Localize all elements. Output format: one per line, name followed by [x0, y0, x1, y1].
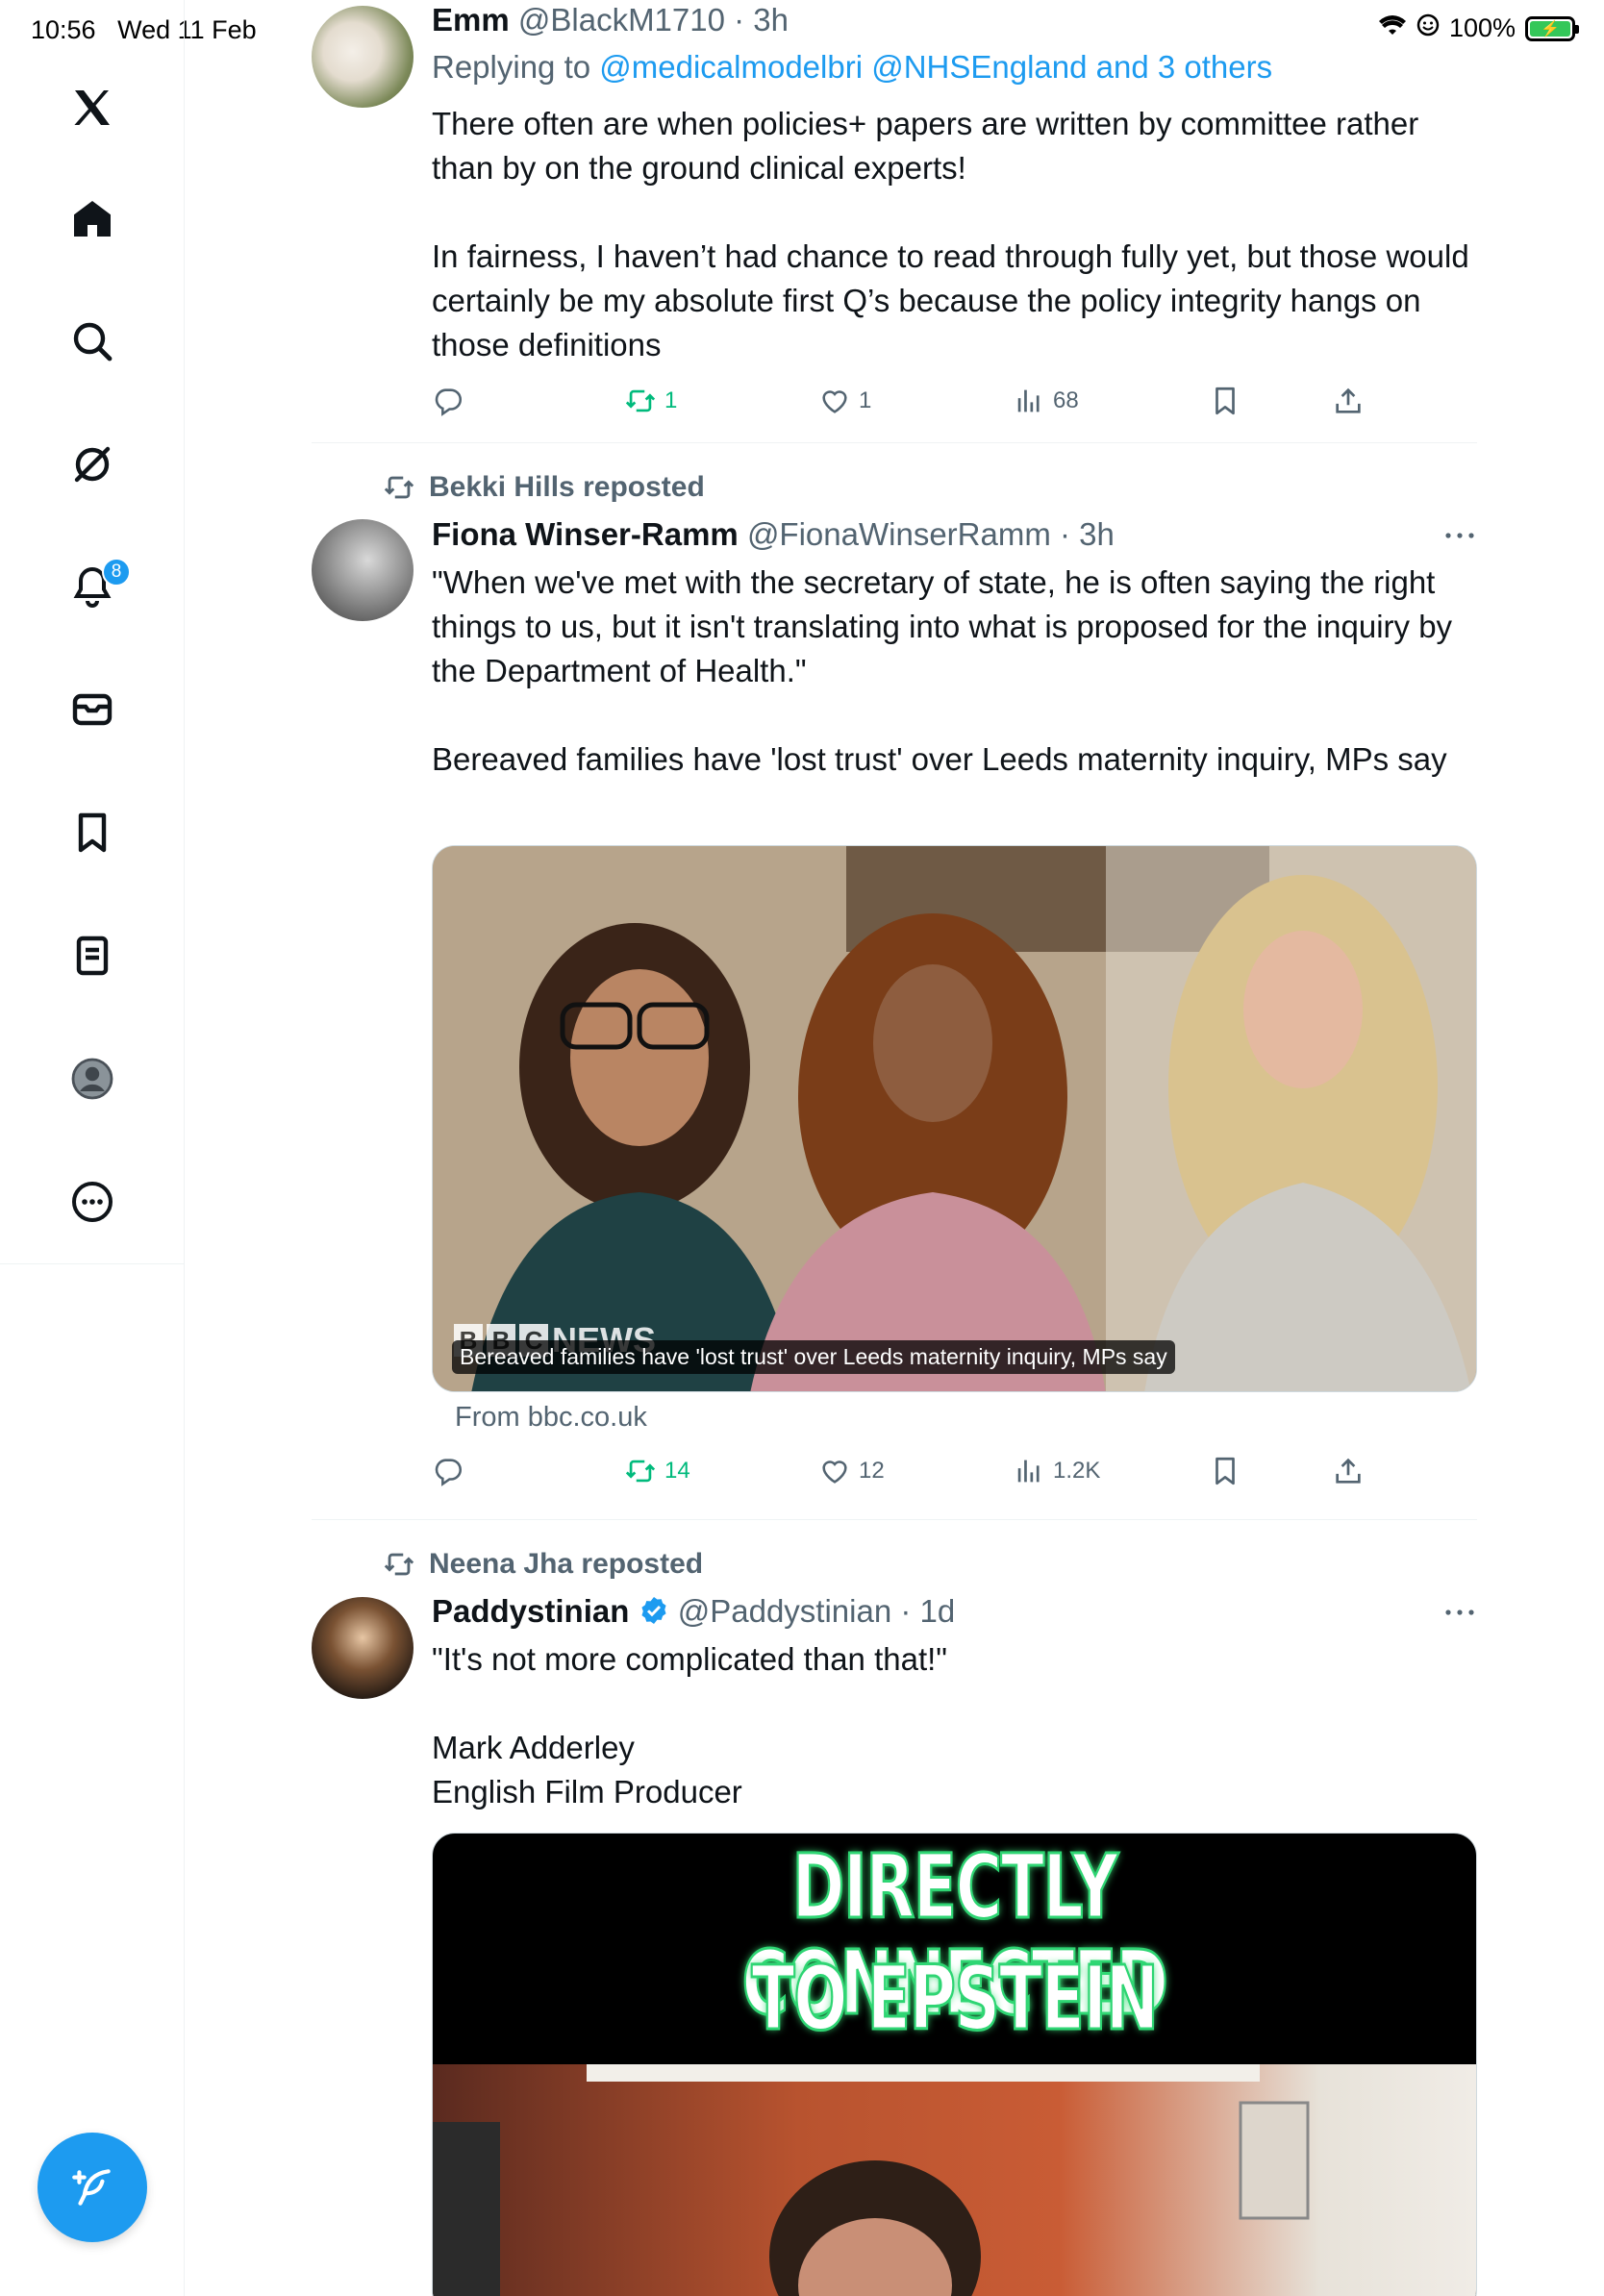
repost-indicator: Bekki Hills reposted [383, 471, 705, 504]
repost-icon [384, 476, 414, 499]
author-handle[interactable]: @Paddystinian · 1d [678, 1593, 956, 1629]
views-button[interactable]: 1.2K [1013, 1455, 1100, 1487]
retweet-count: 14 [664, 1458, 690, 1484]
replying-to-link[interactable]: @medicalmodelbri @NHSEngland and 3 other… [599, 49, 1272, 85]
reply-button[interactable] [432, 1455, 464, 1487]
share-icon [1336, 387, 1361, 413]
sidebar: 8 [0, 0, 185, 2296]
reposted-by[interactable]: Bekki Hills reposted [429, 471, 705, 504]
retweet-button[interactable]: 1 [624, 385, 677, 417]
heart-icon [822, 390, 847, 413]
battery-percent: 100% [1448, 13, 1516, 42]
more-icon[interactable] [63, 1173, 121, 1231]
wifi-icon [1378, 13, 1407, 43]
search-icon[interactable] [63, 312, 121, 370]
like-count: 1 [859, 387, 872, 413]
avatar[interactable] [312, 519, 414, 621]
avatar[interactable] [312, 6, 414, 108]
video-player[interactable]: DIRECTLY CONNECTED TO EPSTEIN [432, 1833, 1477, 2296]
tweet-header: Paddystinian @Paddystinian · 1d [432, 1593, 955, 1634]
replying-prefix: Replying to [432, 49, 600, 85]
compose-feather-icon [72, 2169, 111, 2206]
repost-indicator: Neena Jha reposted [383, 1548, 703, 1581]
notification-badge: 8 [102, 558, 131, 586]
author-handle[interactable]: @FionaWinserRamm · 3h [747, 516, 1115, 552]
author-name[interactable]: Emm [432, 2, 510, 37]
avatar[interactable] [312, 1597, 414, 1699]
view-count: 1.2K [1053, 1458, 1101, 1484]
more-options-icon[interactable] [1442, 1603, 1477, 1622]
heart-icon [822, 1460, 847, 1484]
grok-icon[interactable] [63, 436, 121, 493]
status-indicators: 100% ⚡ [1378, 13, 1579, 43]
reply-icon [435, 388, 463, 416]
messages-icon[interactable] [63, 681, 121, 738]
compose-button[interactable] [38, 2133, 147, 2242]
repost-icon [384, 1553, 414, 1576]
retweet-icon [625, 389, 656, 412]
share-icon [1336, 1458, 1361, 1484]
retweet-icon [625, 1460, 656, 1483]
tweet-header: Emm @BlackM1710 · 3h [432, 2, 789, 38]
video-headline-line2: TO EPSTEIN [750, 1947, 1160, 2050]
link-card[interactable]: BBCNEWS Bereaved families have 'lost tru… [432, 845, 1477, 1392]
card-source[interactable]: From bbc.co.uk [455, 1402, 647, 1434]
like-button[interactable]: 1 [818, 385, 871, 417]
lists-icon[interactable] [63, 927, 121, 985]
more-options-icon[interactable] [1442, 526, 1477, 545]
view-count: 68 [1053, 387, 1079, 413]
replying-to: Replying to @medicalmodelbri @NHSEngland… [432, 49, 1272, 86]
author-name[interactable]: Fiona Winser-Ramm [432, 516, 739, 552]
like-count: 12 [859, 1458, 885, 1484]
views-icon [1017, 1460, 1040, 1483]
card-image [433, 846, 1476, 1391]
tweet-actions: 14 12 1.2K [432, 1455, 1393, 1493]
tweet-actions: 1 1 68 [432, 385, 1393, 423]
tweet-text: "It's not more complicated than that!" M… [432, 1641, 947, 1809]
share-button[interactable] [1332, 1455, 1365, 1487]
sidebar-divider [0, 1263, 185, 1264]
bookmarks-icon[interactable] [63, 804, 121, 861]
views-icon [1017, 389, 1040, 412]
share-button[interactable] [1332, 385, 1365, 417]
author-name[interactable]: Paddystinian [432, 1593, 629, 1629]
x-logo-icon[interactable] [63, 79, 121, 137]
bookmark-button[interactable] [1209, 1455, 1241, 1487]
reposted-by[interactable]: Neena Jha reposted [429, 1548, 703, 1581]
author-handle[interactable]: @BlackM1710 · 3h [518, 2, 789, 37]
profile-icon[interactable] [63, 1050, 121, 1108]
like-button[interactable]: 12 [818, 1455, 885, 1487]
views-button[interactable]: 68 [1013, 385, 1079, 417]
reply-icon [435, 1459, 463, 1486]
reply-button[interactable] [432, 385, 464, 417]
retweet-button[interactable]: 14 [624, 1455, 690, 1487]
battery-icon: ⚡ [1525, 15, 1579, 41]
tweet-text: "When we've met with the secretary of st… [432, 564, 1453, 777]
video-frame [433, 2064, 1476, 2296]
card-caption: Bereaved families have 'lost trust' over… [452, 1340, 1175, 1374]
tweet-header: Fiona Winser-Ramm @FionaWinserRamm · 3h [432, 516, 1115, 553]
tweet-divider [312, 1519, 1477, 1520]
focus-icon [1416, 13, 1440, 43]
bookmark-button[interactable] [1209, 385, 1241, 417]
bookmark-icon [1216, 1457, 1235, 1485]
bookmark-icon [1216, 387, 1235, 415]
home-icon[interactable] [63, 190, 121, 248]
tweet-text: There often are when policies+ papers ar… [432, 106, 1469, 362]
retweet-count: 1 [664, 387, 678, 413]
verified-badge-icon [639, 1595, 669, 1634]
tweet-divider [312, 442, 1477, 443]
